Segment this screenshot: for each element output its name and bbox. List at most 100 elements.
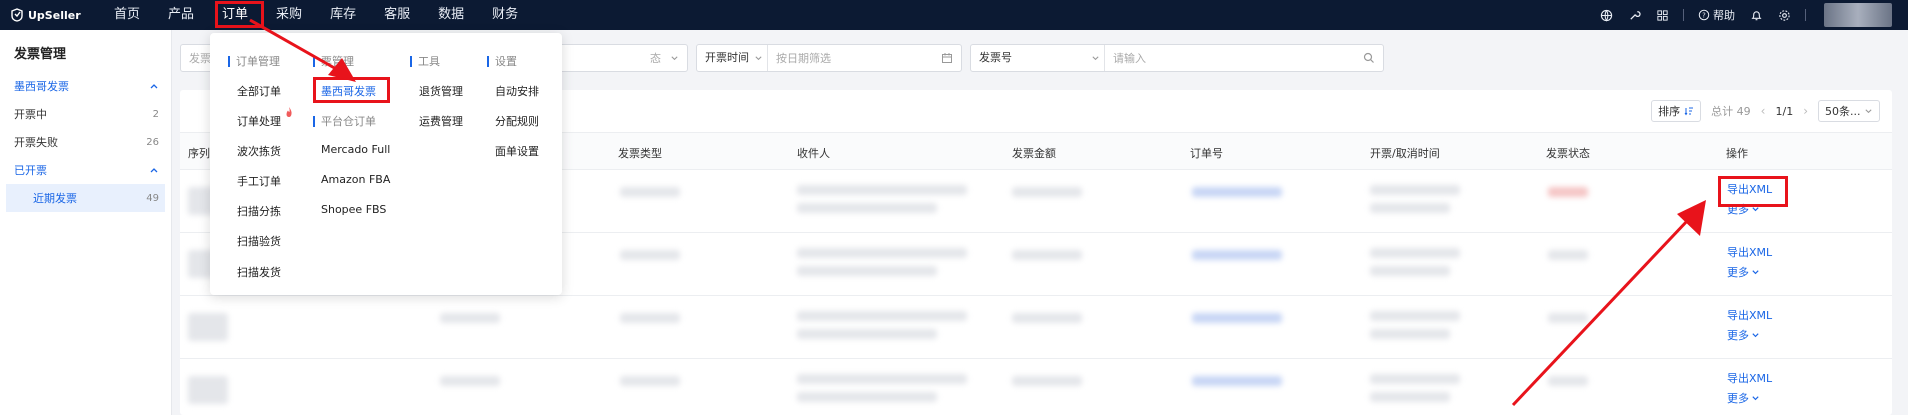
menu-item-scan-sort[interactable]: 扫描分拣 (237, 203, 281, 219)
nav-finance[interactable]: 财务 (478, 0, 532, 30)
sidebar-group-mexico-invoice[interactable]: 墨西哥发票 (0, 72, 171, 100)
menu-item-mercado-full[interactable]: Mercado Full (321, 143, 390, 156)
blurred-cell (797, 329, 937, 339)
sidebar-item-label: 开票失败 (14, 136, 58, 149)
sidebar: 发票管理 墨西哥发票 开票中 2 开票失败 26 已开票 近期发票 49 (0, 30, 172, 415)
bell-icon[interactable] (1749, 8, 1763, 22)
menu-item-scan-inspect[interactable]: 扫描验货 (237, 233, 281, 249)
search-icon[interactable] (1363, 52, 1375, 64)
hot-flame-icon (286, 107, 292, 117)
sidebar-item-count: 26 (146, 136, 159, 148)
menu-item-amazon-fba[interactable]: Amazon FBA (321, 173, 390, 186)
svg-text:?: ? (1702, 12, 1706, 20)
blurred-cell (1012, 376, 1082, 386)
blurred-cell (1192, 313, 1282, 323)
nav-purchase[interactable]: 采购 (262, 0, 316, 30)
blurred-cell (188, 313, 228, 341)
chevron-down-icon (1752, 269, 1759, 274)
blurred-cell (1370, 266, 1450, 276)
col-recipient: 收件人 (797, 147, 830, 160)
sidebar-item-count: 49 (146, 192, 159, 204)
menu-item-manual-order[interactable]: 手工订单 (237, 173, 281, 189)
col-invoice-amount: 发票金额 (1012, 147, 1056, 160)
sidebar-group-label: 墨西哥发票 (14, 80, 69, 93)
blurred-cell (1370, 329, 1450, 339)
sort-label: 排序 (1658, 105, 1681, 118)
nav-inventory[interactable]: 库存 (316, 0, 370, 30)
chevron-up-icon (150, 84, 158, 89)
blurred-cell (1370, 392, 1450, 402)
export-xml-link[interactable]: 导出XML (1727, 307, 1772, 323)
blurred-cell (440, 313, 500, 323)
sort-button[interactable]: 排序 (1651, 100, 1702, 122)
menu-item-returns[interactable]: 退货管理 (419, 83, 463, 99)
blurred-cell (1548, 313, 1588, 323)
export-xml-link[interactable]: 导出XML (1727, 244, 1772, 260)
time-type-label: 开票时间 (705, 51, 749, 64)
settings-gear-icon[interactable] (1777, 8, 1791, 22)
blurred-cell (1012, 313, 1082, 323)
blurred-cell (620, 313, 680, 323)
table-row: 导出XML 更多 (180, 297, 1892, 359)
chevron-up-icon (150, 168, 158, 173)
blurred-cell (797, 374, 967, 384)
search-field-label: 发票号 (979, 51, 1012, 64)
blurred-cell (797, 266, 937, 276)
more-label: 更多 (1727, 266, 1749, 279)
menu-item-allocation-rules[interactable]: 分配规则 (495, 113, 539, 129)
menu-item-scan-ship[interactable]: 扫描发货 (237, 264, 281, 280)
divider (1683, 9, 1684, 21)
blurred-cell (620, 376, 680, 386)
menu-item-order-processing[interactable]: 订单处理 (237, 113, 281, 129)
user-avatar[interactable] (1824, 3, 1892, 27)
time-filter[interactable]: 开票时间 按日期筛选 (696, 44, 962, 72)
sidebar-item-invoice-failed[interactable]: 开票失败 26 (0, 128, 171, 156)
blurred-cell (1192, 250, 1282, 260)
col-seq: 序列 (188, 147, 210, 160)
blurred-cell (620, 250, 680, 260)
nav-data[interactable]: 数据 (424, 0, 478, 30)
question-icon: ? (1698, 9, 1710, 21)
chevron-down-icon (1752, 332, 1759, 337)
blurred-cell (1370, 185, 1460, 195)
help-button[interactable]: ? 帮助 (1698, 7, 1735, 23)
page-size-select[interactable]: 50条... (1818, 100, 1880, 122)
more-dropdown[interactable]: 更多 (1727, 327, 1760, 343)
menu-item-label-settings[interactable]: 面单设置 (495, 143, 539, 159)
sidebar-item-recent-invoices[interactable]: 近期发票 49 (6, 184, 165, 212)
divider (1805, 9, 1806, 21)
wrench-icon[interactable] (1627, 8, 1641, 22)
more-dropdown[interactable]: 更多 (1727, 390, 1760, 406)
prev-page-icon[interactable]: ‹ (1761, 104, 1766, 118)
date-range-input[interactable]: 按日期筛选 (776, 50, 831, 66)
time-type-select[interactable]: 开票时间 (697, 45, 768, 71)
export-xml-link[interactable]: 导出XML (1727, 370, 1772, 386)
page-indicator: 1/1 (1775, 104, 1794, 118)
apps-grid-icon[interactable] (1655, 8, 1669, 22)
calendar-icon (942, 53, 952, 63)
chevron-down-icon (1092, 56, 1099, 61)
nav-home[interactable]: 首页 (100, 0, 154, 30)
nav-customer-service[interactable]: 客服 (370, 0, 424, 30)
sidebar-item-count: 2 (152, 108, 159, 120)
sidebar-item-label: 近期发票 (33, 192, 77, 205)
more-dropdown[interactable]: 更多 (1727, 264, 1760, 280)
search-input[interactable]: 请输入 (1113, 50, 1146, 66)
menu-item-shipping-fees[interactable]: 运费管理 (419, 113, 463, 129)
sidebar-item-invoicing[interactable]: 开票中 2 (0, 100, 171, 128)
invoice-number-search[interactable]: 发票号 请输入 (970, 44, 1384, 72)
blurred-cell (1548, 376, 1588, 386)
annotation-box-export-xml (1718, 176, 1788, 207)
menu-item-shopee-fbs[interactable]: Shopee FBS (321, 203, 386, 216)
globe-icon[interactable] (1599, 8, 1613, 22)
next-page-icon[interactable]: › (1803, 104, 1808, 118)
upseller-logo[interactable]: UpSeller (10, 8, 100, 22)
menu-item-all-orders[interactable]: 全部订单 (237, 83, 281, 99)
annotation-box-orders (215, 1, 264, 28)
search-field-select[interactable]: 发票号 (971, 45, 1105, 71)
nav-products[interactable]: 产品 (154, 0, 208, 30)
sidebar-group-invoiced[interactable]: 已开票 (0, 156, 171, 184)
blurred-cell (1012, 187, 1082, 197)
menu-item-wave-picking[interactable]: 波次拣货 (237, 143, 281, 159)
menu-item-auto-arrange[interactable]: 自动安排 (495, 83, 539, 99)
